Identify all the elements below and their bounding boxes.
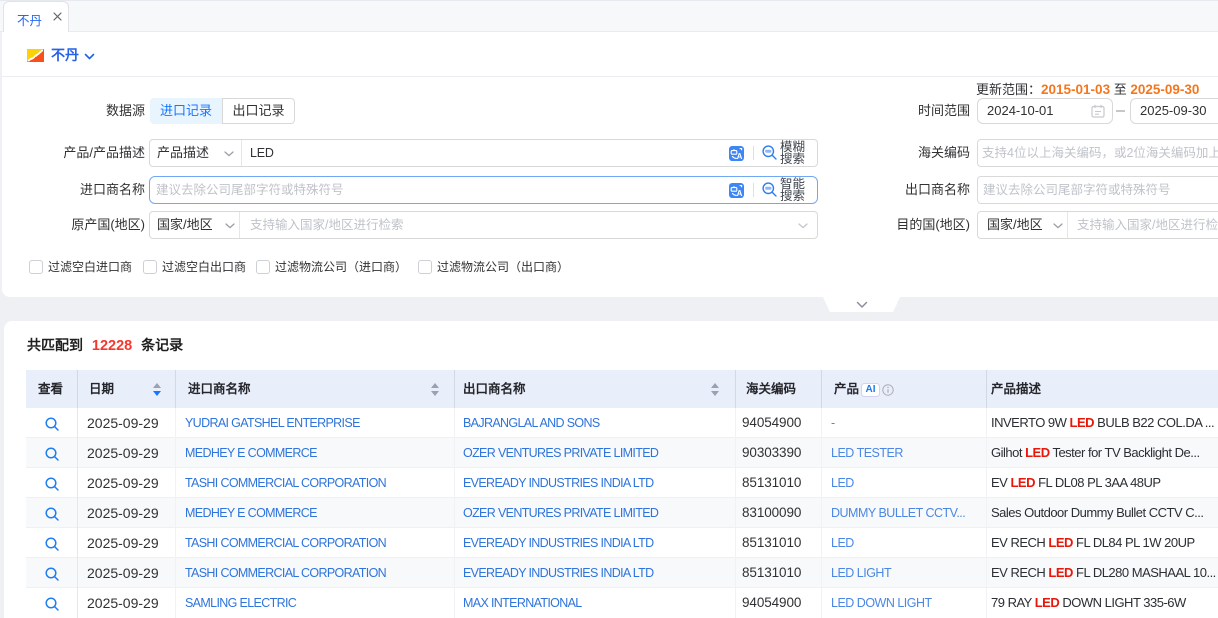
svg-text:A: A — [737, 152, 743, 161]
svg-text:A: A — [737, 189, 743, 198]
